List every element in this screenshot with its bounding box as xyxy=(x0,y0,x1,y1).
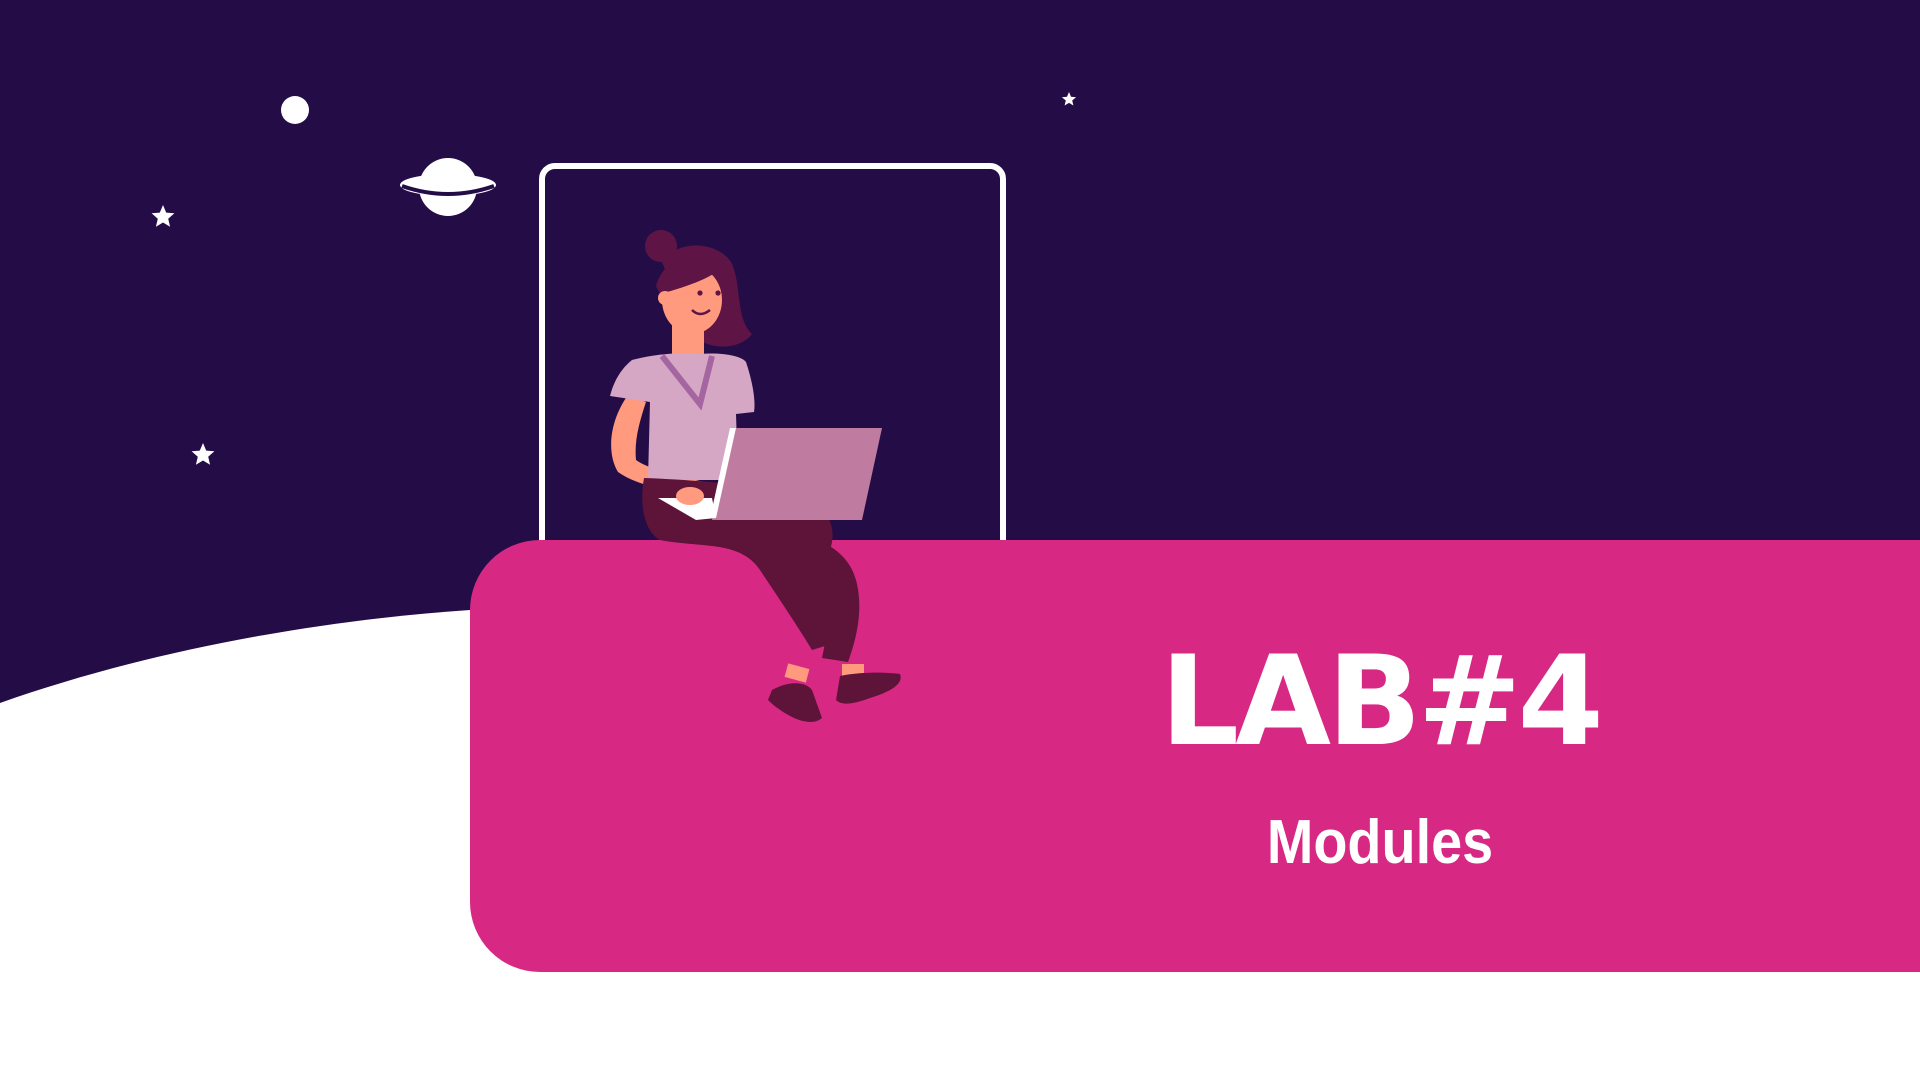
slide-title: LAB#4 xyxy=(1160,630,1604,774)
title-block: LAB#4 Modules xyxy=(1030,640,1730,874)
moon-icon xyxy=(281,96,309,124)
slide-subtitle: Modules xyxy=(1266,808,1494,877)
illustration xyxy=(0,0,1920,1080)
slide: LAB#4 Modules xyxy=(0,0,1920,1080)
